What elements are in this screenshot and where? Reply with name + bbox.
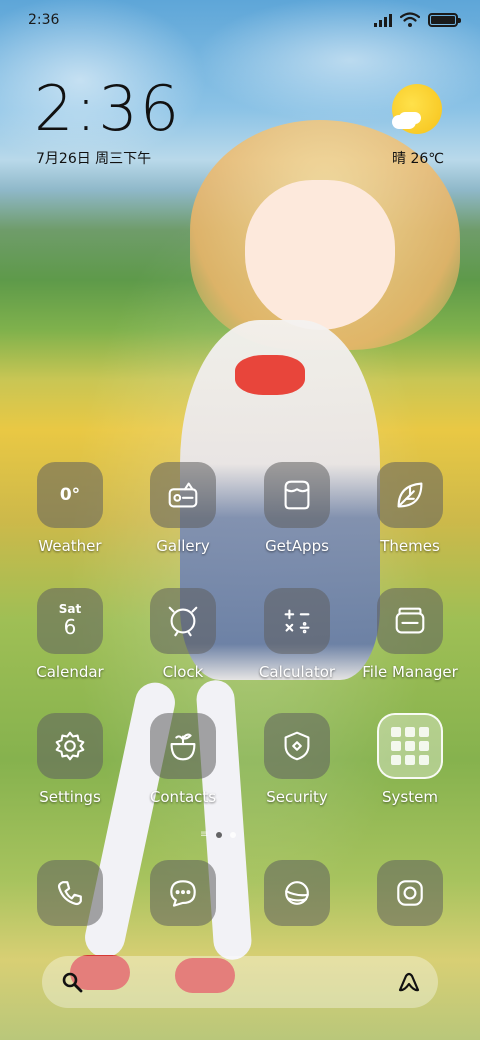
calculator-icon: [264, 588, 330, 654]
app-label: Contacts: [149, 788, 217, 806]
status-bar: 2:36: [0, 0, 480, 42]
app-label: Calendar: [36, 663, 104, 681]
status-icons: [374, 12, 461, 28]
app-calendar[interactable]: Sat 6 Calendar: [15, 588, 125, 698]
app-label: Clock: [162, 663, 204, 681]
phone-icon: [57, 881, 82, 906]
weather-icon: 0°: [37, 462, 103, 528]
gear-icon: [37, 713, 103, 779]
app-label: File Manager: [362, 663, 458, 681]
app-file-manager[interactable]: File Manager: [355, 588, 465, 698]
app-label: System: [382, 788, 438, 806]
wallpaper-figure-bow: [235, 355, 305, 395]
calendar-icon: Sat 6: [37, 588, 103, 654]
app-label: Gallery: [156, 537, 210, 555]
dock-browser[interactable]: [264, 860, 330, 926]
contacts-icon: [150, 713, 216, 779]
messages-icon: [170, 880, 196, 907]
signal-icon: [374, 13, 392, 27]
app-settings[interactable]: Settings: [15, 713, 125, 823]
app-label: Weather: [38, 537, 102, 555]
app-gallery[interactable]: Gallery: [128, 462, 238, 572]
camera-icon: [397, 880, 423, 906]
page-dot: [230, 832, 237, 838]
app-label: GetApps: [265, 537, 329, 555]
app-calculator[interactable]: Calculator: [242, 588, 352, 698]
getapps-icon: [264, 462, 330, 528]
widget-date: 7月26日 周三下午: [36, 151, 152, 167]
page-dot-active: [216, 832, 223, 838]
app-getapps[interactable]: GetApps: [242, 462, 352, 572]
dock-phone[interactable]: [37, 860, 103, 926]
app-weather[interactable]: 0° Weather: [15, 462, 125, 572]
search-bar[interactable]: [42, 956, 438, 1008]
page-indicator: ≡: [200, 829, 237, 840]
gallery-icon: [150, 462, 216, 528]
app-themes[interactable]: Themes: [355, 462, 465, 572]
app-system-folder[interactable]: System: [355, 713, 465, 823]
weather-app-temp: 0°: [59, 485, 81, 505]
status-time: 2:36: [28, 12, 60, 28]
app-label: Themes: [380, 537, 440, 555]
wallpaper-figure-face: [245, 180, 395, 330]
widget-weather: 晴 26℃: [392, 151, 444, 167]
wifi-icon: [400, 12, 420, 27]
dock-messages[interactable]: [150, 860, 216, 926]
cloud-icon: [392, 115, 416, 129]
clock-icon: [150, 588, 216, 654]
page-list-icon: ≡: [200, 829, 209, 840]
leaf-icon: [377, 462, 443, 528]
system-folder-icon: [377, 713, 443, 779]
calendar-day: 6: [63, 615, 77, 639]
dock-camera[interactable]: [377, 860, 443, 926]
shield-icon: [264, 713, 330, 779]
app-label: Settings: [39, 788, 101, 806]
app-contacts[interactable]: Contacts: [128, 713, 238, 823]
app-clock[interactable]: Clock: [128, 588, 238, 698]
browser-icon: [285, 881, 309, 905]
app-label: Calculator: [258, 663, 336, 681]
assistant-icon[interactable]: [396, 970, 422, 994]
app-label: Security: [266, 788, 328, 806]
app-security[interactable]: Security: [242, 713, 352, 823]
folder-icon: [377, 588, 443, 654]
search-icon: [62, 972, 83, 993]
calendar-weekday: Sat: [58, 602, 82, 616]
widget-clock-time: 2:36: [34, 72, 182, 145]
battery-icon: [428, 13, 461, 27]
